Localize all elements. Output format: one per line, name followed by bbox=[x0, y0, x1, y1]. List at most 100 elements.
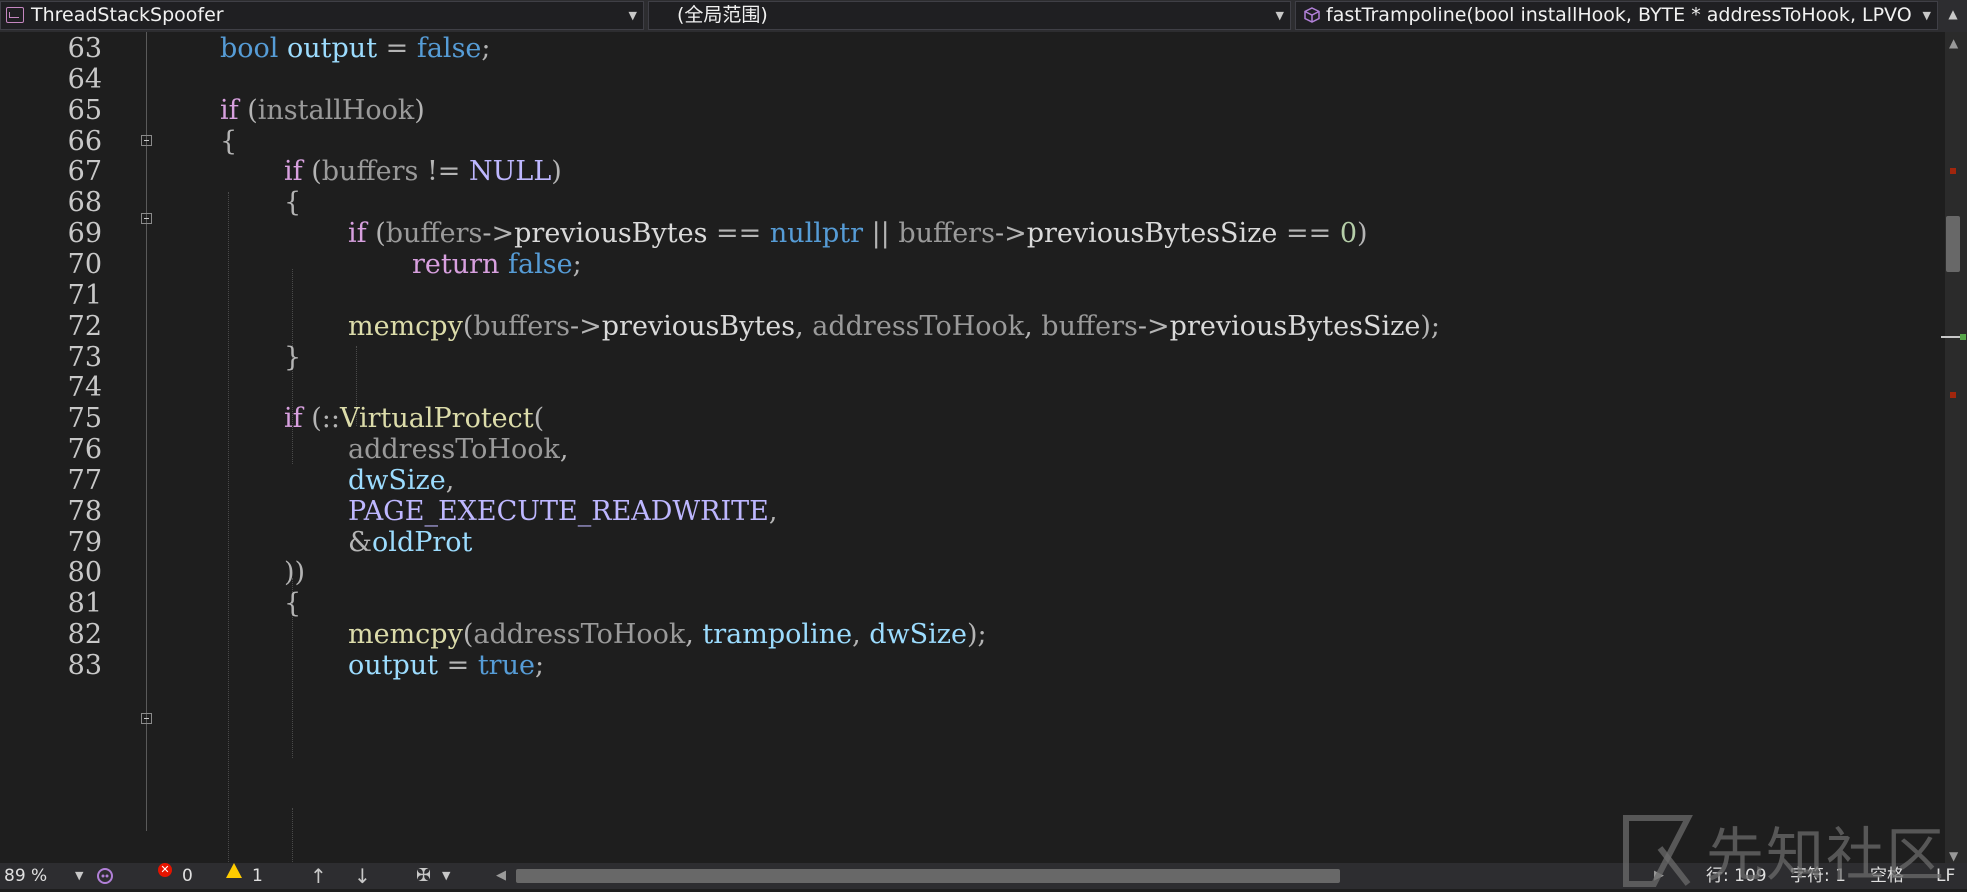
change-marker bbox=[1960, 334, 1966, 340]
code-token: & bbox=[348, 526, 373, 558]
scroll-up-icon[interactable]: ▲ bbox=[1949, 36, 1958, 50]
code-token: previousBytesSize bbox=[1169, 310, 1421, 342]
line-number: 83 bbox=[67, 650, 102, 681]
code-token: 0 bbox=[1339, 218, 1357, 250]
code-token: installHook bbox=[257, 94, 415, 126]
collapse-icon[interactable] bbox=[141, 213, 152, 224]
project-name: ThreadStackSpoofer bbox=[31, 4, 224, 26]
code-token: nullptr bbox=[769, 218, 863, 250]
code-token: ); bbox=[966, 619, 987, 651]
chevron-down-icon[interactable]: ▼ bbox=[75, 863, 83, 889]
code-token: -> bbox=[482, 218, 515, 250]
code-line[interactable]: { bbox=[284, 586, 301, 622]
chevron-down-icon[interactable]: ▼ bbox=[442, 863, 450, 889]
code-token: , bbox=[685, 619, 703, 651]
code-token: memcpy bbox=[348, 310, 463, 342]
code-token: if bbox=[284, 403, 303, 435]
next-arrow-icon[interactable]: ↓ bbox=[354, 863, 371, 889]
code-token: buffers bbox=[385, 218, 483, 250]
code-token: (:: bbox=[302, 403, 340, 435]
code-token: if bbox=[220, 94, 239, 126]
breakpoint-marker bbox=[1950, 392, 1956, 398]
chevron-down-icon[interactable]: ▼ bbox=[1923, 2, 1931, 29]
code-token: ) bbox=[551, 156, 562, 188]
code-editor[interactable]: 63 bool output = false; 64 65 if (installHoo… bbox=[0, 32, 1945, 863]
code-token: )) bbox=[284, 557, 306, 589]
previous-arrow-icon[interactable]: ↑ bbox=[310, 863, 327, 889]
code-line[interactable]: { bbox=[220, 124, 237, 160]
scope-name: (全局范围) bbox=[677, 4, 768, 26]
error-count[interactable]: 0 bbox=[182, 863, 193, 889]
scroll-thumb[interactable] bbox=[1946, 216, 1960, 272]
code-token: PAGE_EXECUTE_READWRITE bbox=[348, 495, 769, 527]
code-line[interactable]: } bbox=[284, 340, 301, 376]
code-token: || bbox=[862, 218, 899, 250]
code-token: VirtualProtect bbox=[339, 403, 534, 435]
broom-icon[interactable]: ✠ bbox=[416, 863, 431, 889]
copilot-icon[interactable] bbox=[96, 867, 114, 885]
warning-icon[interactable] bbox=[226, 863, 242, 878]
code-line[interactable]: memcpy(buffers->previousBytes, addressTo… bbox=[348, 309, 1440, 345]
code-token: = bbox=[438, 650, 478, 681]
code-token: -> bbox=[994, 218, 1027, 250]
code-token: buffers bbox=[321, 156, 419, 188]
code-token: , bbox=[768, 495, 778, 527]
code-token: == bbox=[707, 218, 770, 250]
code-line[interactable]: return false; bbox=[412, 247, 582, 283]
split-editor-icon[interactable]: ▲ bbox=[1942, 1, 1964, 30]
code-token: buffers bbox=[898, 218, 995, 250]
code-token: true bbox=[477, 650, 535, 681]
code-token: , bbox=[445, 464, 455, 496]
code-token: != bbox=[418, 156, 470, 188]
collapse-icon[interactable] bbox=[141, 713, 152, 724]
zoom-level[interactable]: 89 % bbox=[4, 863, 47, 889]
code-line[interactable]: { bbox=[284, 185, 301, 221]
code-token: previousBytes bbox=[514, 218, 708, 250]
code-line[interactable]: if (installHook) bbox=[220, 93, 425, 129]
member-dropdown[interactable]: fastTrampoline(bool installHook, BYTE * … bbox=[1295, 1, 1938, 30]
warning-count[interactable]: 1 bbox=[252, 863, 263, 889]
code-token: ) bbox=[414, 94, 425, 126]
code-token: , bbox=[1024, 310, 1042, 342]
code-token: return bbox=[412, 248, 500, 280]
error-icon[interactable]: ✕ bbox=[158, 863, 172, 877]
code-token: ( bbox=[302, 156, 322, 188]
code-token: bool bbox=[220, 33, 279, 64]
code-token: trampoline bbox=[702, 619, 853, 651]
code-token: false bbox=[416, 33, 482, 64]
navigation-bar: ThreadStackSpoofer ▼ (全局范围) ▼ fastTrampo… bbox=[0, 0, 1967, 32]
code-token: previousBytes bbox=[601, 310, 796, 342]
horizontal-scroll-thumb[interactable] bbox=[516, 869, 1340, 883]
code-token: , bbox=[559, 434, 569, 466]
scope-dropdown[interactable]: (全局范围) ▼ bbox=[648, 1, 1291, 30]
scroll-left-icon[interactable]: ◀ bbox=[496, 863, 506, 889]
code-token: , bbox=[852, 619, 870, 651]
method-cube-icon bbox=[1304, 7, 1320, 23]
vertical-scrollbar[interactable]: ▲ ▼ bbox=[1941, 32, 1967, 863]
code-line[interactable]: bool output = false; bbox=[220, 32, 491, 67]
code-line[interactable]: output = true; bbox=[348, 648, 544, 684]
chevron-down-icon[interactable]: ▼ bbox=[1276, 2, 1284, 29]
code-token: ( bbox=[238, 94, 258, 126]
member-name: fastTrampoline(bool installHook, BYTE * … bbox=[1326, 4, 1913, 26]
code-line[interactable]: &oldProt bbox=[348, 525, 472, 561]
chevron-down-icon[interactable]: ▼ bbox=[629, 2, 637, 29]
code-token: if bbox=[348, 218, 367, 250]
code-token: , bbox=[795, 310, 813, 342]
project-dropdown[interactable]: ThreadStackSpoofer ▼ bbox=[0, 1, 644, 30]
code-token: output bbox=[348, 650, 439, 681]
code-token: output bbox=[278, 33, 378, 64]
code-line[interactable]: if (buffers != NULL) bbox=[284, 154, 562, 190]
code-token: oldProt bbox=[372, 526, 473, 558]
watermark-text: 先知社区 bbox=[1706, 821, 1947, 889]
code-token: NULL bbox=[469, 156, 552, 188]
code-token: ( bbox=[533, 403, 545, 435]
code-token: ; bbox=[481, 33, 491, 64]
code-token: dwSize bbox=[869, 619, 967, 651]
code-token: ; bbox=[572, 248, 582, 280]
code-token: dwSize bbox=[348, 464, 446, 496]
watermark-logo-icon bbox=[1623, 815, 1693, 887]
project-icon bbox=[6, 7, 24, 23]
code-token: buffers bbox=[1041, 310, 1138, 342]
collapse-icon[interactable] bbox=[141, 135, 152, 146]
